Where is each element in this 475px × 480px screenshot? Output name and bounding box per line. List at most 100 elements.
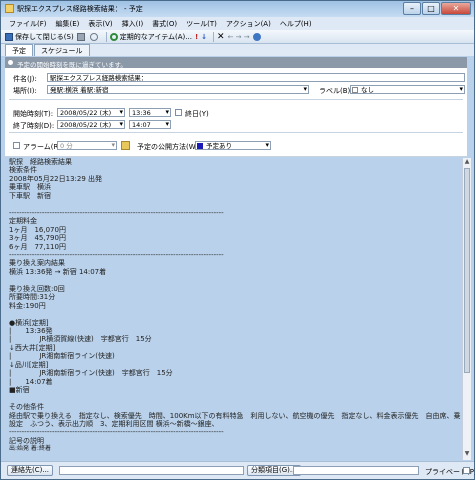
start-date-field[interactable]: 2008/05/22 (木) xyxy=(57,108,125,117)
menu-help[interactable]: ヘルプ(H) xyxy=(280,19,312,29)
save-icon xyxy=(5,32,13,41)
alarm-checkbox[interactable] xyxy=(13,142,20,149)
attach-icon[interactable] xyxy=(89,32,100,41)
body-line: 1ヶ月 16,070円 xyxy=(9,225,66,234)
minimize-button[interactable]: – xyxy=(403,2,421,15)
body-line: | 14:07着 xyxy=(9,377,53,386)
recurrence-button[interactable]: 定期的なアイテム(A)... xyxy=(109,32,192,42)
info-icon xyxy=(8,60,13,65)
body-line: 乗り換え案内結果 xyxy=(9,259,65,268)
menu-actions[interactable]: アクション(A) xyxy=(226,19,271,29)
start-time-field[interactable]: 13:36 xyxy=(129,108,171,117)
location-label: 場所(I): xyxy=(13,87,37,95)
form-separator-2 xyxy=(9,132,463,133)
importance-high-icon[interactable]: ! xyxy=(195,33,198,41)
location-field[interactable]: 発駅:横浜 着駅:新宿 xyxy=(47,85,309,94)
toolbar-separator xyxy=(105,31,107,42)
close-button[interactable]: ✕ xyxy=(441,2,471,15)
categories-field[interactable] xyxy=(293,466,419,475)
appointment-window: 駅探エクスプレス経路検索結果： - 予定 – □ ✕ ファイル(F) 編集(E)… xyxy=(0,0,475,480)
start-time-label: 開始時刻(T): xyxy=(13,110,54,118)
private-checkbox[interactable] xyxy=(463,467,470,474)
save-close-button[interactable]: 保存して閉じる(S) xyxy=(5,32,74,42)
navigation-arrows[interactable]: ← → → xyxy=(228,33,250,41)
label-swatch xyxy=(352,87,358,93)
show-as-swatch xyxy=(197,143,203,149)
scroll-thumb[interactable] xyxy=(464,168,470,373)
body-line: 6ヶ月 77,110円 xyxy=(9,242,66,251)
body-separator xyxy=(5,156,467,157)
recurrence-icon xyxy=(109,32,118,41)
recurrence-label: 定期的なアイテム(A)... xyxy=(119,32,192,41)
label-value: なし xyxy=(361,86,374,94)
body-line: ----------------------------------------… xyxy=(9,208,224,217)
scroll-down-icon[interactable]: ▼ xyxy=(463,450,471,458)
importance-low-icon[interactable]: ↓ xyxy=(201,33,207,41)
notes-body[interactable]: 駅探 経路検索結果 検索条件 2008年05月22日13:29 出発 乗車駅 横浜 下車… xyxy=(9,158,461,458)
alarm-dropdown[interactable]: 0 分 xyxy=(57,141,117,150)
body-line: 出:始発 着:終着 xyxy=(9,445,51,453)
body-line xyxy=(9,395,461,403)
appointment-icon xyxy=(5,4,14,13)
tab-schedule[interactable]: スケジュール xyxy=(34,44,90,56)
print-icon[interactable] xyxy=(76,32,87,41)
body-line: 設定 ふつう、表示出力順 3、定期利用区間 横浜〜新橋〜銀座、 xyxy=(9,419,219,428)
maximize-button[interactable]: □ xyxy=(422,2,440,15)
all-day-checkbox[interactable] xyxy=(175,109,182,116)
menu-file[interactable]: ファイル(F) xyxy=(9,19,47,29)
contacts-field[interactable] xyxy=(59,466,244,475)
delete-icon[interactable]: ✕ xyxy=(217,32,225,42)
body-line: ----------------------------------------… xyxy=(9,250,224,259)
toolbar: 保存して閉じる(S) 定期的なアイテム(A)... ! ↓ ✕ ← → → xyxy=(1,30,474,44)
label-label: ラベル(B): xyxy=(319,87,353,95)
show-as-value: 予定あり xyxy=(206,142,232,150)
vertical-scrollbar[interactable]: ▲ ▼ xyxy=(462,158,471,460)
tab-strip: 予定 スケジュール xyxy=(1,44,474,56)
body-line: 検索条件 xyxy=(9,166,37,175)
scroll-up-icon[interactable]: ▲ xyxy=(463,158,471,166)
menu-view[interactable]: 表示(V) xyxy=(88,19,112,29)
body-line: 横浜 13:36発 → 新宿 14:07着 xyxy=(9,267,107,276)
bottom-bar: 連絡先(C)... 分類項目(G)... プライベート(P) xyxy=(1,461,475,479)
body-line: | JR湘南新宿ライン(快速) 宇都宮行 15分 xyxy=(9,369,173,378)
body-line: 経由駅で乗り換える 指定なし、検索優先 時間、100Km以下の有料特急 利用しな… xyxy=(9,411,461,420)
body-line: 定期料金 xyxy=(9,217,37,226)
show-as-dropdown[interactable]: 予定あり xyxy=(195,141,271,150)
body-line: 3ヶ月 45,790円 xyxy=(9,234,66,243)
save-close-label: 保存して閉じる(S) xyxy=(15,32,74,41)
body-line: ----------------------------------------… xyxy=(9,428,224,437)
window-title: 駅探エクスプレス経路検索結果： - 予定 xyxy=(17,5,143,13)
tab-appointment[interactable]: 予定 xyxy=(5,44,33,56)
label-dropdown[interactable]: なし xyxy=(350,85,465,94)
end-time-label: 終了時刻(D): xyxy=(13,122,55,130)
body-line xyxy=(9,200,461,208)
body-line: | JR湘南新宿ライン(快速) xyxy=(9,352,115,361)
body-line xyxy=(9,310,461,318)
all-day-label: 終日(Y) xyxy=(185,110,209,118)
body-line: 記号の説明 xyxy=(9,436,44,445)
contacts-button[interactable]: 連絡先(C)... xyxy=(7,465,54,476)
body-line: 乗り換え回数:0回 xyxy=(9,284,65,293)
end-date-field[interactable]: 2008/05/22 (木) xyxy=(57,120,125,129)
end-time-field[interactable]: 14:07 xyxy=(129,120,171,129)
appointment-form: 件名(J): 駅探エクスプレス経路検索結果： 場所(I): 発駅:横浜 着駅:新… xyxy=(5,68,467,156)
info-bar: 予定の開始時刻を既に過ぎています。 xyxy=(5,57,467,69)
body-line: 所要時間:31分 xyxy=(9,293,56,302)
menu-tools[interactable]: ツール(T) xyxy=(186,19,217,29)
body-line: ■新宿 xyxy=(9,386,30,395)
title-bar[interactable]: 駅探エクスプレス経路検索結果： - 予定 – □ ✕ xyxy=(1,1,474,17)
sound-icon[interactable] xyxy=(121,141,130,150)
help-icon[interactable] xyxy=(252,32,263,41)
menu-edit[interactable]: 編集(E) xyxy=(56,19,80,29)
body-line: 2008年05月22日13:29 出発 xyxy=(9,174,103,183)
body-line: その他条件 xyxy=(9,403,44,412)
menu-format[interactable]: 書式(O) xyxy=(152,19,177,29)
body-line: 下車駅 新宿 xyxy=(9,191,51,200)
body-line: 料金:190円 xyxy=(9,301,46,310)
show-as-label: 予定の公開方法(W): xyxy=(137,143,201,151)
menu-insert[interactable]: 挿入(I) xyxy=(122,19,144,29)
body-line: 駅探 経路検索結果 xyxy=(9,158,72,166)
subject-field[interactable]: 駅探エクスプレス経路検索結果： xyxy=(47,73,465,82)
menu-bar: ファイル(F) 編集(E) 表示(V) 挿入(I) 書式(O) ツール(T) ア… xyxy=(1,17,474,30)
body-line: | JR横須賀線(快速) 宇都宮行 15分 xyxy=(9,335,152,344)
